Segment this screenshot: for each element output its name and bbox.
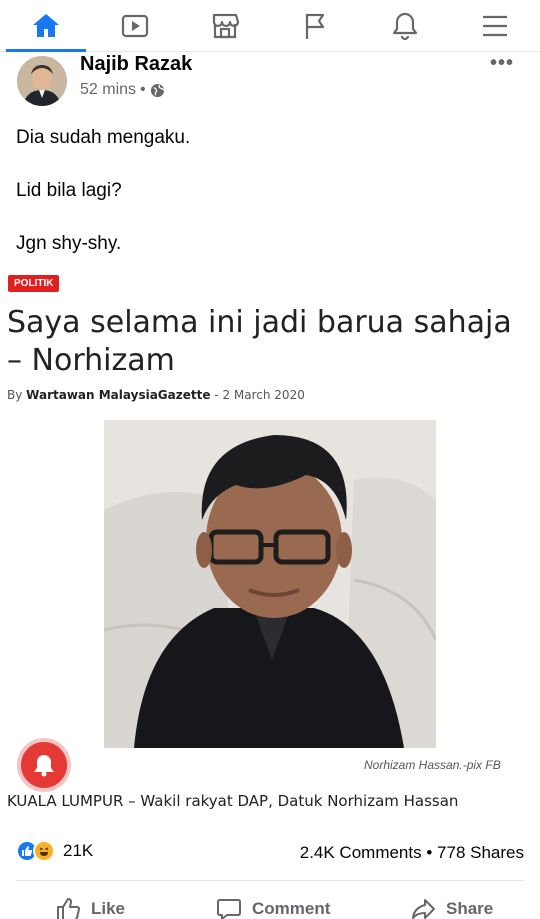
bell-icon (392, 12, 418, 41)
actions-divider (16, 880, 524, 881)
haha-reaction-icon (33, 840, 55, 862)
home-icon (33, 14, 59, 37)
post-time[interactable]: 52 mins (80, 81, 136, 99)
nav-pages[interactable] (275, 0, 355, 52)
top-navigation (0, 0, 540, 52)
author-avatar[interactable] (17, 56, 67, 106)
article-body-cutoff (7, 816, 537, 824)
byline-author: Wartawan MalaysiaGazette (26, 388, 211, 402)
post-meta: 52 mins • (80, 81, 165, 99)
byline-date: - 2 March 2020 (214, 388, 305, 402)
comments-count[interactable]: 2.4K Comments (300, 843, 422, 862)
text-fragment-decoration (7, 819, 537, 824)
shares-count[interactable]: 778 Shares (437, 843, 524, 862)
like-button[interactable]: Like (55, 896, 125, 919)
like-label: Like (91, 899, 126, 918)
counts-separator: • (426, 843, 433, 862)
photo-credit: Norhizam Hassan.-pix FB (364, 758, 501, 772)
post-text-line-3: Jgn shy-shy. (16, 233, 122, 254)
post-text-line-1: Dia sudah mengaku. (16, 127, 191, 148)
flag-icon (305, 13, 325, 39)
engagement-counts: 2.4K Comments • 778 Shares (300, 843, 524, 863)
shop-icon (212, 13, 240, 39)
nav-marketplace[interactable] (185, 0, 265, 52)
avatar-portrait (17, 56, 67, 106)
nav-notifications[interactable] (365, 0, 445, 52)
author-name[interactable]: Najib Razak (80, 53, 192, 76)
share-label: Share (446, 899, 494, 918)
byline-prefix: By (7, 388, 23, 402)
share-button[interactable]: Share (410, 896, 493, 919)
portrait-photo (104, 420, 436, 748)
bell-icon (34, 755, 54, 777)
post-text-line-2: Lid bila lagi? (16, 180, 122, 201)
video-icon (121, 14, 149, 38)
nav-menu[interactable] (455, 0, 535, 52)
comment-label: Comment (252, 899, 331, 918)
thumbs-up-icon (57, 898, 80, 919)
meta-separator: • (140, 81, 146, 98)
article-byline: By Wartawan MalaysiaGazette - 2 March 20… (7, 388, 305, 402)
hamburger-menu-icon (483, 15, 507, 37)
article-body-text: KUALA LUMPUR – Wakil rakyat DAP, Datuk N… (7, 792, 459, 810)
reactions-summary[interactable]: 21K (16, 840, 93, 862)
article-headline: Saya selama ini jadi barua sahaja – Norh… (7, 305, 512, 378)
shared-article-image[interactable]: POLITIK Saya selama ini jadi barua sahaj… (0, 268, 540, 824)
reaction-count: 21K (63, 841, 94, 860)
active-tab-indicator (6, 49, 86, 52)
comment-icon (217, 899, 241, 919)
more-options-button[interactable]: ••• (490, 52, 514, 75)
nav-home[interactable] (6, 0, 86, 52)
globe-icon (150, 83, 165, 97)
comment-button[interactable]: Comment (216, 896, 330, 919)
share-icon (412, 899, 435, 919)
category-tag: POLITIK (8, 275, 60, 292)
nav-watch[interactable] (95, 0, 175, 52)
article-photo (104, 420, 436, 748)
notification-bell-button[interactable] (17, 738, 71, 792)
